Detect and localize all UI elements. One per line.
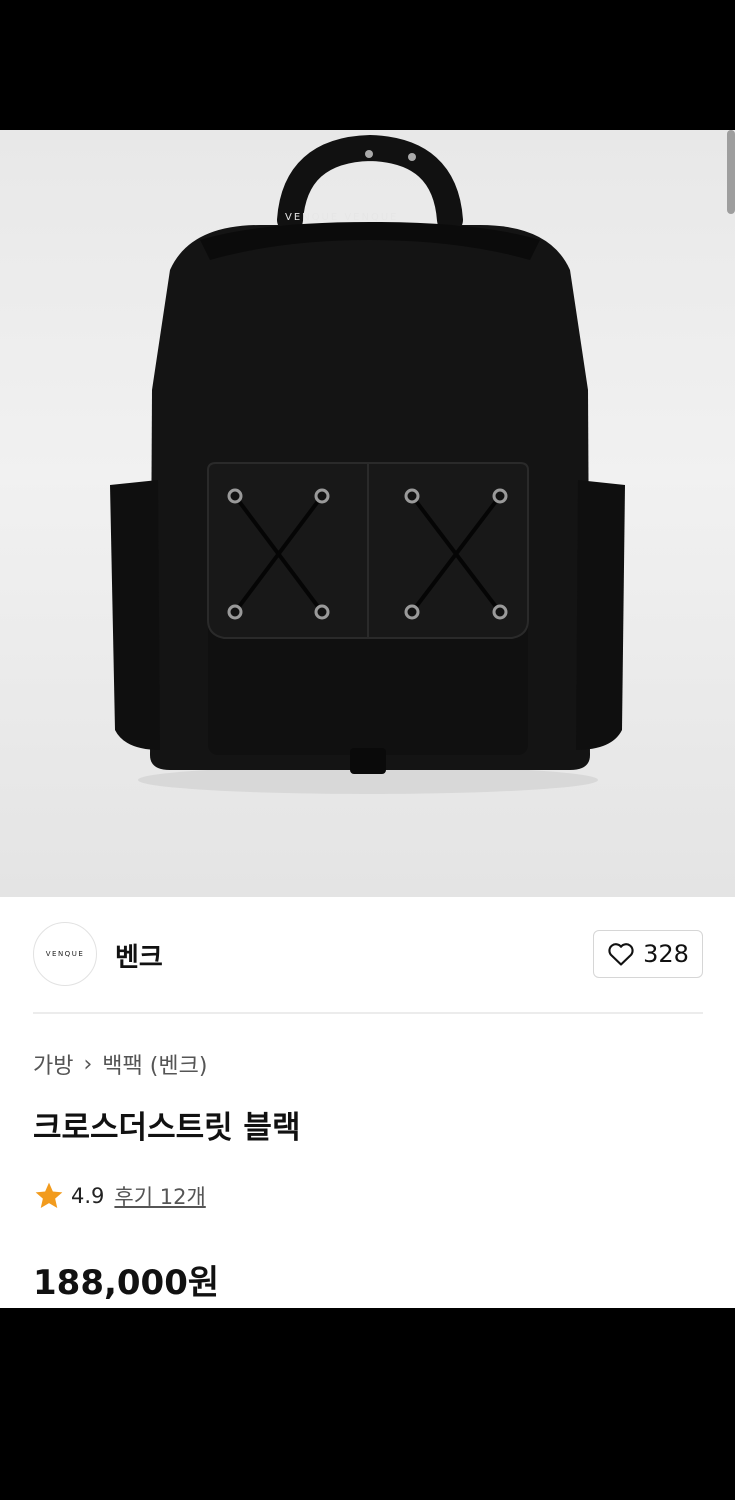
brand-name[interactable]: 벤크 — [115, 937, 163, 974]
rating-score: 4.9 — [71, 1184, 105, 1208]
breadcrumb: 가방 › 백팩 (벤크) — [33, 1048, 207, 1080]
navigation-bar-area — [0, 1308, 735, 1500]
product-title: 크로스더스트릿 블랙 — [33, 1110, 301, 1146]
product-screen: VENQUE VENQUE VENQUE 벤크 328 가방 › 백팩 (벤크)… — [0, 130, 735, 1308]
breadcrumb-category[interactable]: 가방 — [33, 1048, 73, 1080]
brand-logo[interactable]: VENQUE — [33, 922, 97, 986]
rating-row: 4.9 후기 12개 — [33, 1180, 206, 1212]
like-button[interactable]: 328 — [593, 930, 703, 978]
star-icon — [35, 1182, 63, 1208]
reviews-link[interactable]: 후기 12개 — [114, 1181, 205, 1211]
svg-text:VENQUE VENQUE: VENQUE VENQUE — [285, 212, 398, 223]
product-price: 188,000원 — [33, 1263, 220, 1303]
like-count: 328 — [643, 940, 689, 968]
brand-row: VENQUE 벤크 328 — [33, 920, 703, 990]
status-bar-area — [0, 0, 735, 130]
heart-icon — [608, 943, 634, 966]
scrollbar-thumb[interactable] — [727, 130, 735, 214]
brand-logo-text: VENQUE — [45, 950, 85, 958]
product-image[interactable]: VENQUE VENQUE — [0, 130, 735, 897]
backpack-illustration: VENQUE VENQUE — [110, 134, 625, 794]
chevron-right-icon: › — [83, 1051, 93, 1077]
breadcrumb-subcategory[interactable]: 백팩 (벤크) — [102, 1048, 207, 1080]
divider — [33, 1012, 703, 1014]
